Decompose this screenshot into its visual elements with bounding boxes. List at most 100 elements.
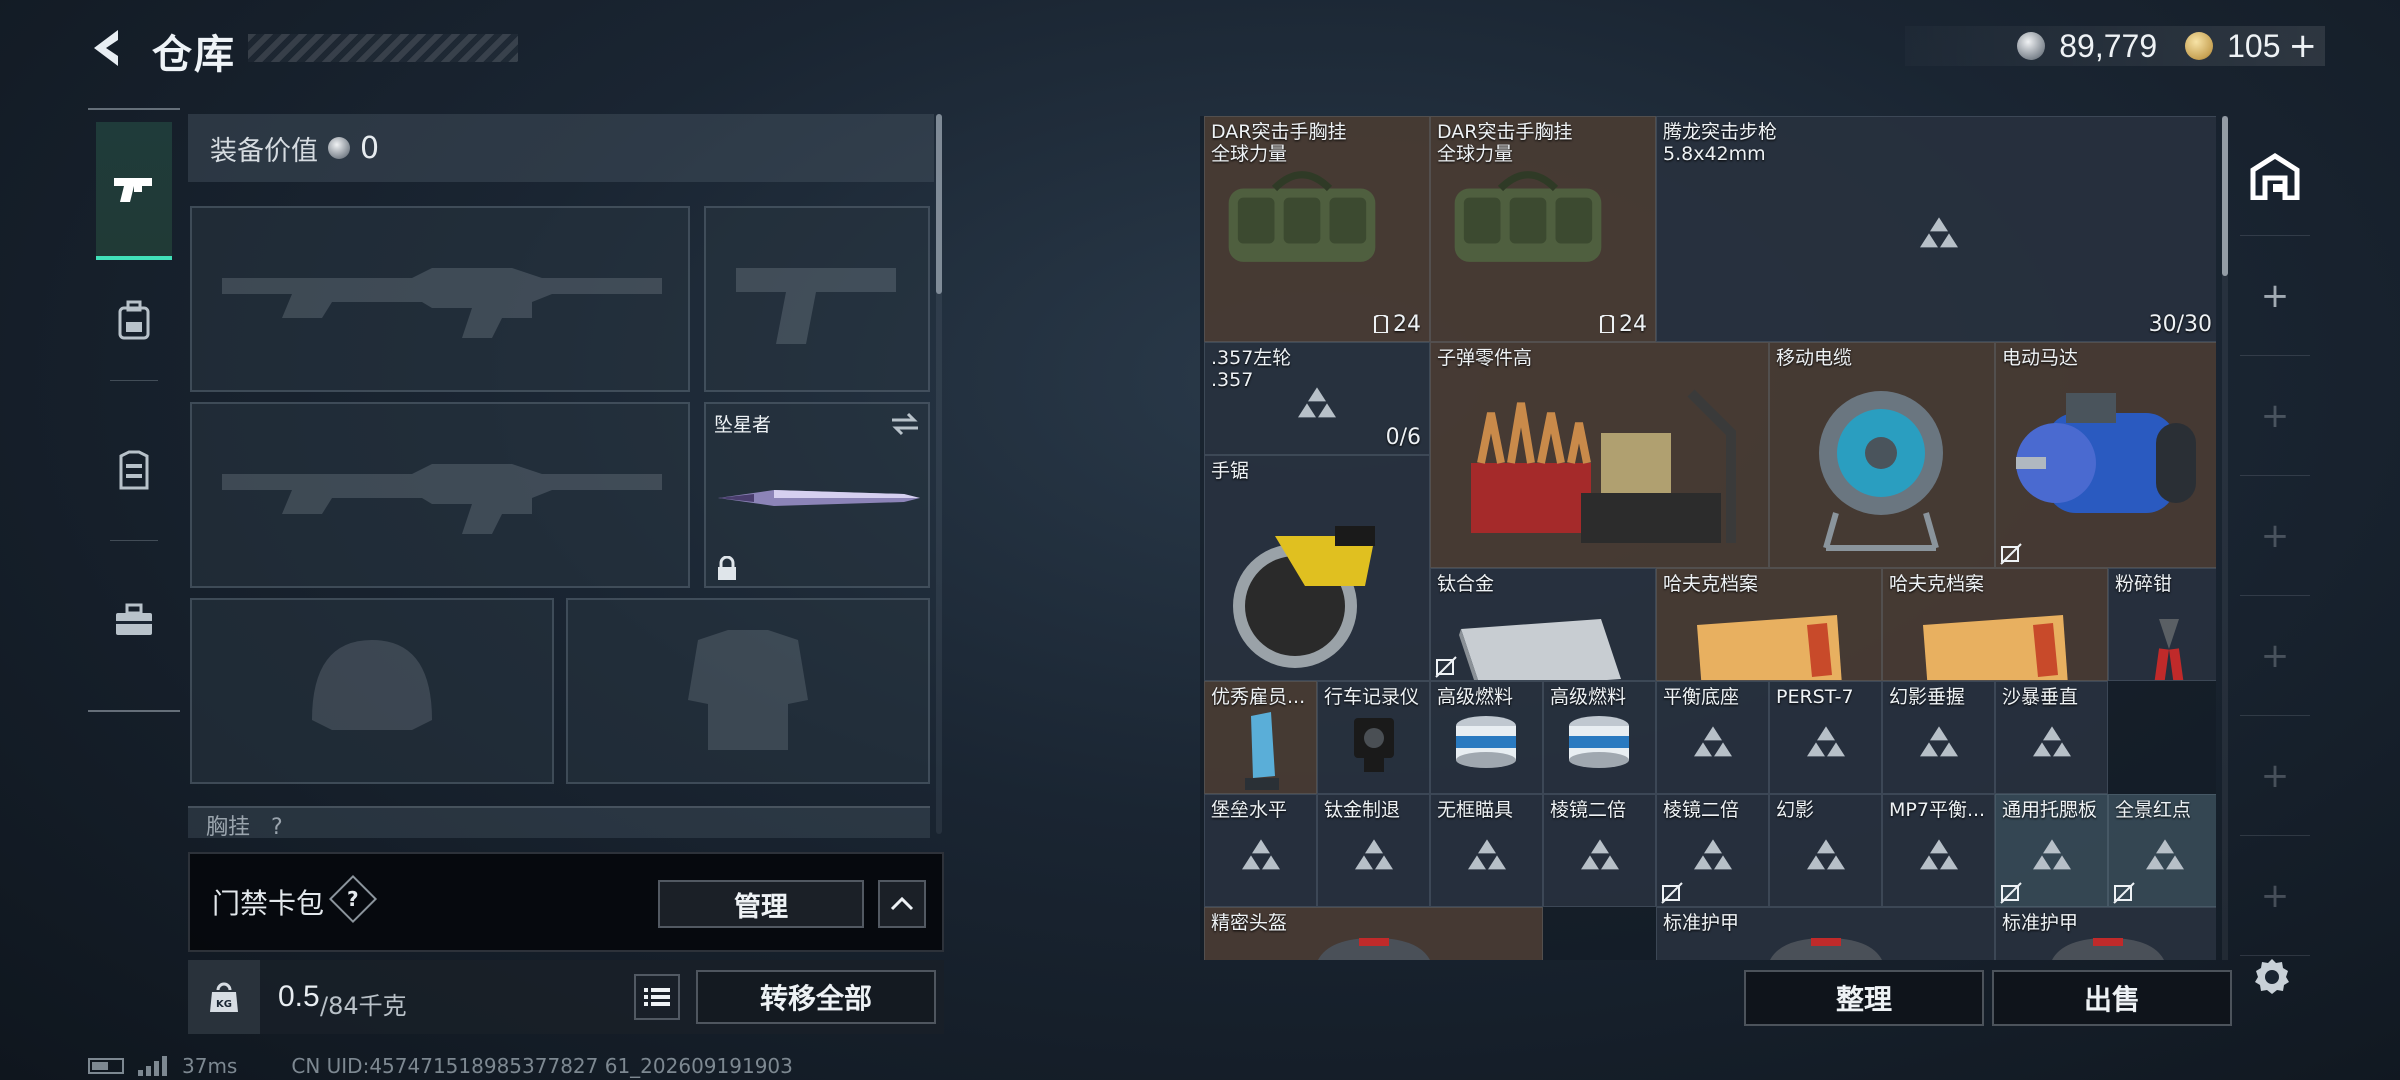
melee-slot[interactable]: 坠星者 xyxy=(704,402,930,588)
stash-item[interactable]: 全景红点 xyxy=(2108,794,2216,907)
settings-button[interactable] xyxy=(2248,954,2296,1002)
stash-item[interactable]: PERST-7 xyxy=(1769,681,1882,794)
stash-item[interactable]: 标准护甲 xyxy=(1656,907,1995,960)
weight-max: /84千克 xyxy=(320,992,407,1020)
expand-button[interactable] xyxy=(878,880,926,928)
stash-item[interactable]: 棱镜二倍 xyxy=(1656,794,1769,907)
stash-item-name: PERST-7 xyxy=(1776,686,1854,708)
placeholder-icon xyxy=(1919,217,1958,248)
add-tab-button[interactable]: + xyxy=(2240,596,2310,716)
manage-button[interactable]: 管理 xyxy=(658,880,864,928)
stash-item[interactable]: 通用托腮板 xyxy=(1995,794,2108,907)
stash-item[interactable]: 沙暴垂直 xyxy=(1995,681,2108,794)
stash-item-name: 无框瞄具 xyxy=(1437,799,1514,821)
add-tab-button[interactable]: + xyxy=(2240,476,2310,596)
stash-item[interactable]: 无框瞄具 xyxy=(1430,794,1543,907)
stash-item[interactable]: 堡垒水平 xyxy=(1204,794,1317,907)
stash-item[interactable]: 手锯 xyxy=(1204,455,1430,681)
add-tab-button[interactable]: + xyxy=(2240,716,2310,836)
currency-bar: 89,779 105 + xyxy=(1905,26,2325,66)
stash-item-name: 棱镜二倍 xyxy=(1663,799,1740,821)
stash-item[interactable]: 子弹零件高 xyxy=(1430,342,1769,568)
left-nav xyxy=(88,108,180,712)
placeholder-icon xyxy=(1580,838,1619,869)
stash-item-name: 标准护甲 xyxy=(2002,912,2079,934)
stash-item[interactable]: 幻影垂握 xyxy=(1882,681,1995,794)
sell-button[interactable]: 出售 xyxy=(1992,970,2232,1026)
stash-item-count: 24 xyxy=(1599,312,1647,337)
stash-item[interactable]: 哈夫克档案 xyxy=(1882,568,2108,681)
gold-coin-icon xyxy=(2185,32,2214,60)
loadout-scrollbar[interactable] xyxy=(936,114,942,294)
stash-item[interactable]: 哈夫克档案 xyxy=(1656,568,1882,681)
stash-item-name: 精密头盔 xyxy=(1211,912,1288,934)
stash-item[interactable]: .357左轮 .357 0/6 xyxy=(1204,342,1430,455)
help-button[interactable]: ? xyxy=(328,874,378,924)
pistol-silhouette-icon xyxy=(736,268,896,344)
sort-button[interactable]: 整理 xyxy=(1744,970,1984,1026)
stash-item[interactable]: 精密头盔 xyxy=(1204,907,1543,960)
warehouse-grid-panel: DAR突击手胸挂 全球力量 24 DAR突击手胸挂 全球力量 24 腾龙突击步枪 5.8… xyxy=(1200,116,2228,960)
stash-item[interactable]: 腾龙突击步枪 5.8x42mm 30/30 xyxy=(1656,116,2216,342)
nav-tab-vest[interactable] xyxy=(96,410,172,530)
stash-item-name: 手锯 xyxy=(1211,460,1250,482)
stash-item[interactable]: 粉碎钳 xyxy=(2108,568,2216,681)
placeholder-icon xyxy=(1919,725,1958,756)
stash-item[interactable]: DAR突击手胸挂 全球力量 24 xyxy=(1204,116,1430,342)
stash-item[interactable]: MP7平衡... xyxy=(1882,794,1995,907)
add-tab-button[interactable]: + xyxy=(2240,836,2310,956)
helmet-slot[interactable] xyxy=(190,598,554,784)
transfer-all-button[interactable]: 转移全部 xyxy=(696,970,936,1024)
kettlebell-icon: KG xyxy=(210,982,238,1012)
tab-main-stash[interactable] xyxy=(2240,116,2310,236)
stash-item[interactable]: 高级燃料 xyxy=(1430,681,1543,794)
stash-scrollbar[interactable] xyxy=(2222,116,2228,276)
swap-icon[interactable] xyxy=(890,412,920,436)
chest-rig-header[interactable]: 胸挂 ? xyxy=(188,806,930,838)
lock-icon xyxy=(718,556,736,580)
nav-tab-weapons[interactable] xyxy=(96,122,172,260)
stash-item[interactable]: 优秀雇员... xyxy=(1204,681,1317,794)
stash-item-name: 行车记录仪 xyxy=(1324,686,1420,708)
placeholder-icon xyxy=(1693,838,1732,869)
silver-coin-icon xyxy=(2017,32,2046,60)
stash-item[interactable]: 钛金制退 xyxy=(1317,794,1430,907)
nav-tab-backpack[interactable] xyxy=(96,260,172,380)
add-currency-button[interactable]: + xyxy=(2289,26,2318,66)
stash-item-name: 全景红点 xyxy=(2115,799,2192,821)
bolt-cutter-image xyxy=(2154,619,2184,680)
back-button[interactable] xyxy=(82,22,130,74)
secondary-weapon-slot[interactable] xyxy=(704,206,930,392)
page-title: 仓库 xyxy=(152,32,236,78)
weight-icon: KG xyxy=(188,960,260,1034)
stash-item[interactable]: 钛合金 xyxy=(1430,568,1656,681)
no-trade-icon xyxy=(1661,882,1683,904)
stash-item-name: 钛合金 xyxy=(1437,573,1495,595)
stash-item[interactable]: 高级燃料 xyxy=(1543,681,1656,794)
placeholder-icon xyxy=(1467,838,1506,869)
armor-slot[interactable] xyxy=(566,598,930,784)
cable-reel-image xyxy=(1819,391,1943,551)
stash-item[interactable]: 幻影 xyxy=(1769,794,1882,907)
stash-item[interactable]: 标准护甲 xyxy=(1995,907,2216,960)
no-trade-icon xyxy=(1435,656,1457,678)
list-view-button[interactable] xyxy=(634,974,680,1020)
add-tab-button[interactable]: + xyxy=(2240,356,2310,476)
stash-item[interactable]: 移动电缆 xyxy=(1769,342,1995,568)
stash-item[interactable]: 电动马达 xyxy=(1995,342,2216,568)
stash-item-name: 幻影垂握 xyxy=(1889,686,1966,708)
add-tab-button[interactable]: + xyxy=(2240,236,2310,356)
stash-item[interactable]: 棱镜二倍 xyxy=(1543,794,1656,907)
nav-tab-toolbox[interactable] xyxy=(96,560,172,680)
stash-item-count-value: 24 xyxy=(1393,312,1421,337)
primary-weapon-slot[interactable] xyxy=(190,206,690,392)
stash-item[interactable]: 行车记录仪 xyxy=(1317,681,1430,794)
stash-item-name: 堡垒水平 xyxy=(1211,799,1288,821)
stash-item[interactable]: 平衡底座 xyxy=(1656,681,1769,794)
rifle-silhouette-icon xyxy=(222,464,662,534)
uid-text: CN UID:457471518985377827 61_20260919190… xyxy=(291,1054,793,1078)
vest-icon xyxy=(119,450,149,490)
primary-weapon-slot-2[interactable] xyxy=(190,402,690,588)
stash-item[interactable]: DAR突击手胸挂 全球力量 24 xyxy=(1430,116,1656,342)
help-icon: ? xyxy=(347,886,359,911)
